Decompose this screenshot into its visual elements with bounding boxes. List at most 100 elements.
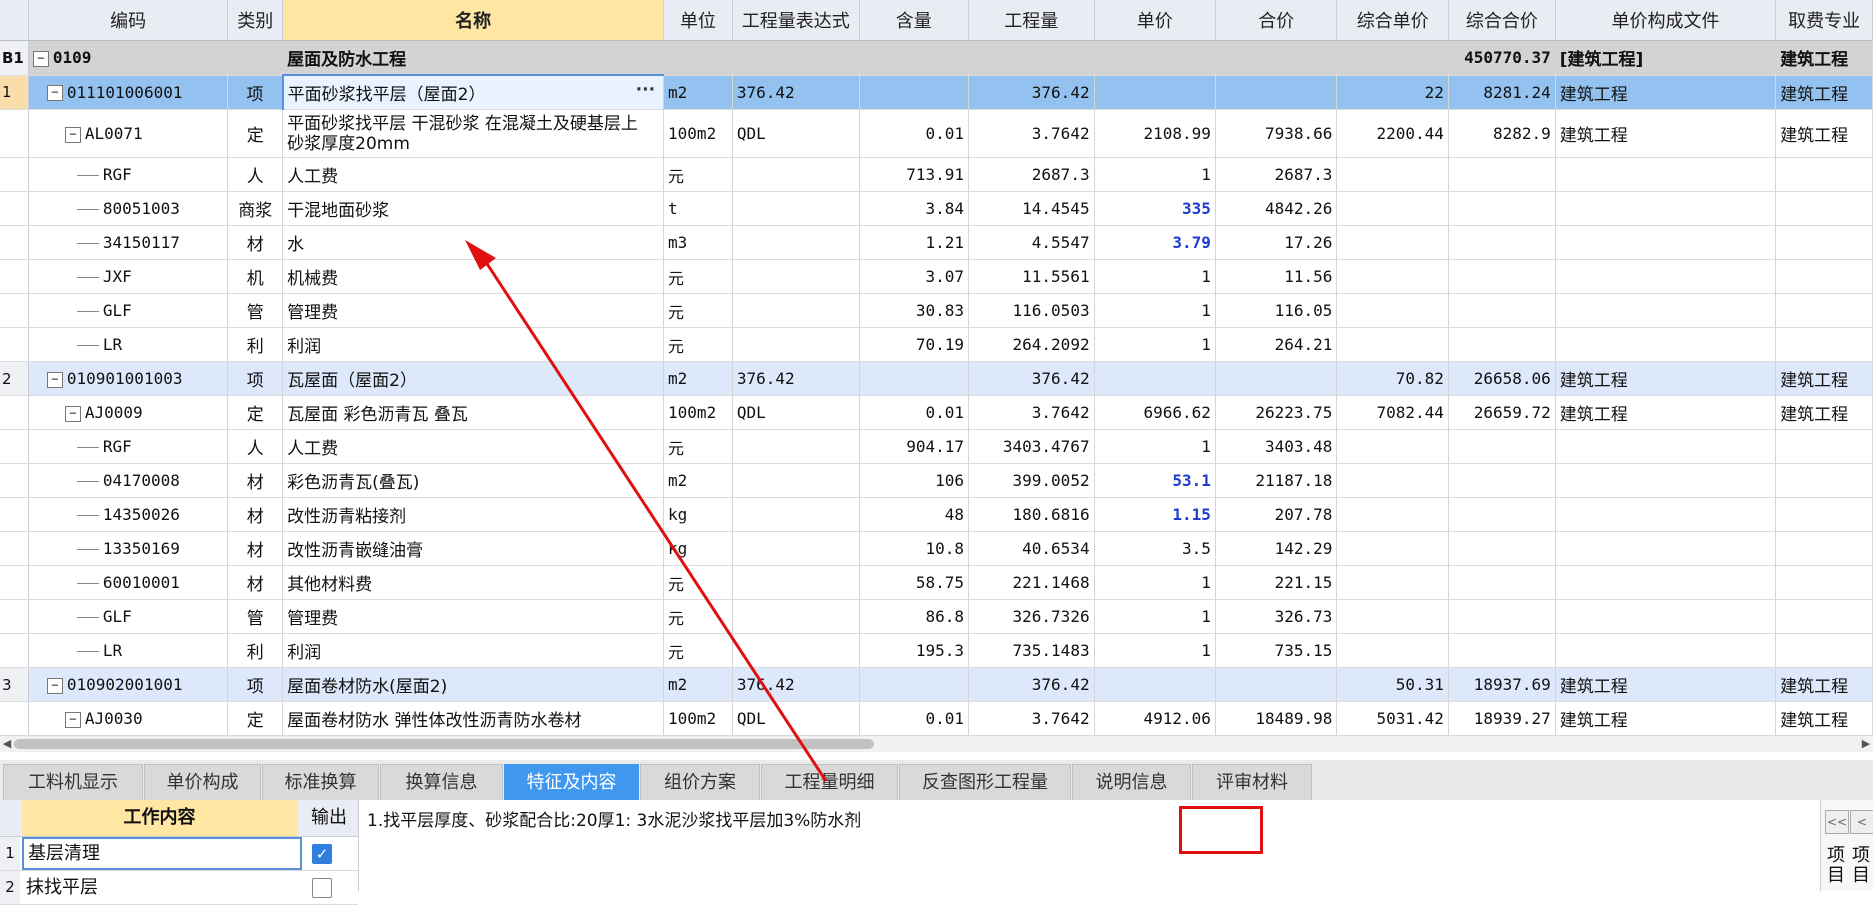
nav-label-1[interactable]: 项目 bbox=[1825, 846, 1847, 886]
tab-unit-price-composition[interactable]: 单价构成 bbox=[144, 764, 261, 800]
collapse-toggle-icon[interactable]: − bbox=[46, 85, 63, 102]
cell-price[interactable]: 1 bbox=[1094, 293, 1216, 328]
cell-price[interactable]: 3.5 bbox=[1094, 531, 1216, 566]
collapse-toggle-icon[interactable]: − bbox=[64, 711, 81, 728]
cell-price-file[interactable]: 建筑工程 bbox=[1555, 701, 1777, 735]
cell-comp-price[interactable] bbox=[1336, 531, 1449, 566]
cell-content[interactable]: 0.01 bbox=[859, 109, 970, 158]
cell-price[interactable]: 335 bbox=[1094, 191, 1216, 226]
cell-code[interactable]: −010901001003 bbox=[28, 361, 229, 396]
table-row[interactable]: − AJ0030 定屋面卷材防水 弹性体改性沥青防水卷材 100m2 QDL 0.01 3.… bbox=[0, 701, 1873, 735]
cell-total[interactable]: 7938.66 bbox=[1215, 109, 1338, 158]
cell-qty[interactable]: 3.7642 bbox=[968, 109, 1095, 158]
cell-type[interactable]: 机 bbox=[227, 259, 284, 294]
cell-total[interactable]: 17.26 bbox=[1215, 225, 1338, 260]
cell-name[interactable]: 屋面卷材防水(屋面2) bbox=[282, 667, 665, 702]
cell-price-file[interactable] bbox=[1555, 565, 1777, 600]
cell-name[interactable]: 屋面及防水工程 bbox=[282, 40, 665, 76]
cell-qty[interactable]: 376.42 bbox=[968, 361, 1095, 396]
cell-content[interactable]: 106 bbox=[859, 463, 970, 498]
cell-type[interactable]: 定 bbox=[227, 395, 284, 430]
more-icon[interactable]: ··· bbox=[636, 80, 655, 100]
cell-price[interactable]: 53.1 bbox=[1094, 463, 1216, 498]
col-rn[interactable] bbox=[0, 0, 29, 41]
table-row[interactable]: RGF 人人工费 元 904.17 3403.4767 1 3403.48 bbox=[0, 429, 1873, 464]
cell-total[interactable]: 221.15 bbox=[1215, 565, 1338, 600]
cell-expr[interactable] bbox=[732, 429, 860, 464]
cell-qty[interactable]: 326.7326 bbox=[968, 599, 1095, 634]
cell-qty[interactable]: 4.5547 bbox=[968, 225, 1095, 260]
cell-name[interactable]: 改性沥青嵌缝油膏 bbox=[282, 531, 665, 566]
cell-type[interactable]: 利 bbox=[227, 633, 284, 668]
cell-price-file[interactable]: 建筑工程 bbox=[1555, 109, 1777, 158]
cell-unit[interactable]: m2 bbox=[663, 361, 733, 396]
cell-expr[interactable] bbox=[732, 565, 860, 600]
collapse-toggle-icon[interactable]: − bbox=[64, 405, 81, 422]
cell-fee[interactable]: 建筑工程 bbox=[1775, 109, 1873, 158]
cell-price-file[interactable] bbox=[1555, 599, 1777, 634]
cell-comp-price[interactable] bbox=[1336, 327, 1449, 362]
list-item[interactable]: 1 基层清理 ✓ bbox=[0, 837, 358, 871]
cell-code[interactable]: 60010001 bbox=[28, 565, 229, 600]
cell-name[interactable]: 人工费 bbox=[282, 429, 665, 464]
cell-type[interactable]: 定 bbox=[227, 109, 284, 158]
cell-price[interactable] bbox=[1094, 361, 1216, 396]
cell-code[interactable]: LR bbox=[28, 633, 229, 668]
cell-content[interactable]: 70.19 bbox=[859, 327, 970, 362]
col-comp-total[interactable]: 综合合价 bbox=[1448, 0, 1556, 41]
cell-unit[interactable]: t bbox=[663, 191, 733, 226]
table-row[interactable]: 34150117 材水 m3 1.21 4.5547 3.79 17.26 bbox=[0, 225, 1873, 260]
cell-name[interactable]: 改性沥青粘接剂 bbox=[282, 497, 665, 532]
cell-price-file[interactable]: 建筑工程 bbox=[1555, 667, 1777, 702]
cell-price-file[interactable] bbox=[1555, 157, 1777, 192]
tab-description-info[interactable]: 说明信息 bbox=[1072, 764, 1191, 800]
cell-type[interactable]: 人 bbox=[227, 157, 284, 192]
cell-type[interactable]: 项 bbox=[227, 75, 284, 110]
cell-fee[interactable]: 建筑工程 bbox=[1775, 667, 1873, 702]
tab-conversion-info[interactable]: 换算信息 bbox=[380, 764, 503, 800]
cell-price[interactable]: 3.79 bbox=[1094, 225, 1216, 260]
cell-qty[interactable]: 40.6534 bbox=[968, 531, 1095, 566]
cell-total[interactable]: 326.73 bbox=[1215, 599, 1338, 634]
tab-quantity-detail[interactable]: 工程量明细 bbox=[761, 764, 898, 800]
cell-fee[interactable]: 建筑工程 bbox=[1775, 40, 1873, 76]
cell-expr[interactable] bbox=[732, 633, 860, 668]
cell-content[interactable] bbox=[859, 75, 970, 110]
cell-code[interactable]: − AJ0030 bbox=[28, 701, 229, 735]
cell-total[interactable]: 735.15 bbox=[1215, 633, 1338, 668]
cell-price-file[interactable] bbox=[1555, 259, 1777, 294]
cell-comp-price[interactable] bbox=[1336, 157, 1449, 192]
cell-price-file[interactable]: [建筑工程] bbox=[1555, 40, 1777, 76]
table-row[interactable]: RGF 人人工费元 713.91 2687.3 1 2687.3 bbox=[0, 157, 1873, 192]
cell-expr[interactable] bbox=[732, 293, 860, 328]
table-row[interactable]: 2−010901001003 项瓦屋面（屋面2） m2 376.42 376.42 70.… bbox=[0, 361, 1873, 396]
cell-name[interactable]: 人工费 bbox=[282, 157, 665, 192]
cell-fee[interactable] bbox=[1775, 259, 1873, 294]
cell-fee[interactable] bbox=[1775, 293, 1873, 328]
prev-icon[interactable]: < bbox=[1850, 810, 1873, 834]
cell-name[interactable]: 利润 bbox=[282, 327, 665, 362]
cell-qty[interactable]: 11.5561 bbox=[968, 259, 1095, 294]
cell-expr[interactable] bbox=[732, 191, 860, 226]
cell-price[interactable]: 2108.99 bbox=[1094, 109, 1216, 158]
cell-comp-price[interactable] bbox=[1336, 599, 1449, 634]
cell-total[interactable]: 21187.18 bbox=[1215, 463, 1338, 498]
cell-comp-total[interactable] bbox=[1448, 259, 1556, 294]
feature-description-area[interactable]: 1.找平层厚度、砂浆配合比:20厚1: 3水泥沙浆找平层加3%防水剂 bbox=[358, 800, 1819, 891]
cell-unit[interactable]: 元 bbox=[663, 259, 733, 294]
cell-code[interactable]: 13350169 bbox=[28, 531, 229, 566]
cell-unit[interactable]: 元 bbox=[663, 633, 733, 668]
cell-unit[interactable]: kg bbox=[663, 531, 733, 566]
cell-name[interactable]: 管理费 bbox=[282, 599, 665, 634]
cell-content[interactable]: 0.01 bbox=[859, 395, 970, 430]
tab-reverse-graphic-quantity[interactable]: 反查图形工程量 bbox=[899, 764, 1071, 800]
cell-total[interactable] bbox=[1215, 361, 1338, 396]
cell-fee[interactable] bbox=[1775, 157, 1873, 192]
cell-expr[interactable]: QDL bbox=[732, 395, 860, 430]
cell-type[interactable]: 材 bbox=[227, 463, 284, 498]
cell-name[interactable]: 干混地面砂浆 bbox=[282, 191, 665, 226]
cell-name[interactable]: 瓦屋面（屋面2） bbox=[282, 361, 665, 396]
table-row[interactable]: − AJ0009 定瓦屋面 彩色沥青瓦 叠瓦 100m2 QDL 0.01 3.7642 69… bbox=[0, 395, 1873, 430]
col-name[interactable]: 名称 bbox=[282, 0, 665, 41]
cell-content[interactable]: 713.91 bbox=[859, 157, 970, 192]
